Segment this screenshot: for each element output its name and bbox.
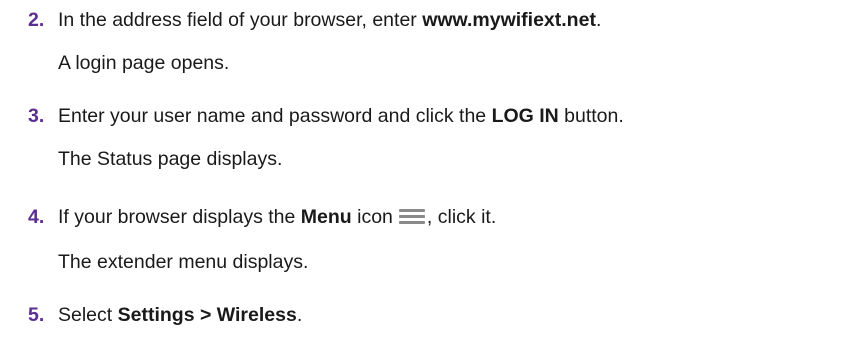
step-3: 3. Enter your user name and password and …: [28, 104, 624, 128]
step-text-end: , click it.: [426, 206, 497, 228]
step-number: 3.: [28, 105, 45, 127]
step-text-mid: icon: [351, 206, 393, 228]
url-text: www.mywifiext.net: [422, 9, 596, 31]
step-text: Enter your user name and password and cl…: [58, 105, 492, 127]
step-4-result: The extender menu displays.: [58, 251, 309, 273]
login-button-label: LOG IN: [491, 105, 559, 127]
step-text: Select: [58, 304, 118, 326]
step-3-result: The Status page displays.: [58, 148, 283, 170]
settings-path: Settings > Wireless: [117, 304, 297, 326]
instruction-document: 2. In the address field of your browser, …: [0, 0, 867, 356]
step-number: 5.: [28, 304, 45, 326]
step-text-end: .: [595, 9, 602, 31]
step-5: 5. Select Settings > Wireless.: [28, 303, 302, 327]
step-text: In the address field of your browser, en…: [58, 9, 423, 31]
step-2: 2. In the address field of your browser, …: [28, 8, 601, 32]
step-number: 4.: [28, 206, 45, 228]
menu-label: Menu: [300, 206, 352, 228]
step-text-end: .: [296, 304, 303, 326]
step-4: 4. If your browser displays the Menu icon…: [28, 205, 496, 229]
step-text-end: button.: [558, 105, 624, 127]
step-number: 2.: [28, 9, 45, 31]
step-text: If your browser displays the: [58, 206, 301, 228]
menu-icon: [398, 209, 425, 225]
step-2-result: A login page opens.: [58, 52, 230, 74]
